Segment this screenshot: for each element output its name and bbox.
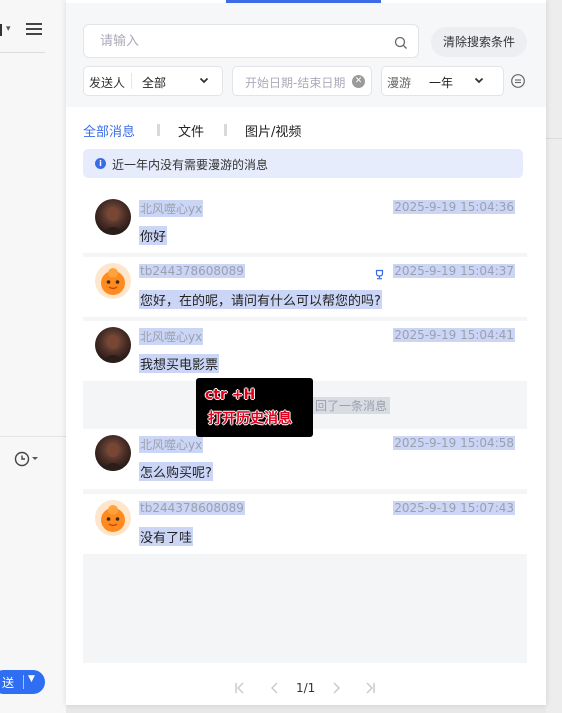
search-icon[interactable] — [394, 35, 408, 54]
message-content: 没有了哇 — [139, 527, 194, 546]
message-time: 2025-9-19 15:07:43 — [393, 501, 515, 515]
message-time: 2025-9-19 15:04:36 — [393, 200, 515, 214]
sender-filter[interactable]: 发送人 全部 — [83, 66, 223, 96]
send-button-label: 送 — [2, 676, 15, 690]
shortcut-tooltip-text: 打开历史消息 — [208, 411, 292, 427]
sender-filter-value: 全部 — [142, 76, 167, 90]
background-window-edge — [66, 705, 546, 713]
menu-icon[interactable] — [26, 20, 42, 38]
message-sender: tb244378608089 — [139, 501, 245, 515]
roam-period-filter[interactable]: 漫游 一年 — [381, 66, 504, 96]
sender-filter-label: 发送人 — [89, 76, 126, 90]
roam-filter-value: 一年 — [429, 76, 454, 90]
left-chat-pane: ▾ 送 ▼ — [0, 0, 67, 713]
pagination: 1/1 — [226, 681, 386, 697]
send-button-separator — [23, 675, 24, 689]
date-range-filter[interactable]: 开始日期-结束日期 ✕ — [232, 66, 372, 96]
search-box — [83, 24, 419, 58]
background-window-edge — [546, 0, 562, 713]
edge-bar — [0, 24, 2, 36]
roam-filter-label: 漫游 — [387, 76, 412, 90]
dark-avatar[interactable] — [95, 435, 131, 471]
message-content: 你好 — [139, 226, 168, 245]
message-sender: tb244378608089 — [139, 264, 245, 278]
message-content: 我想买电影票 — [139, 354, 220, 373]
message-item[interactable]: 北风噬心yx 2025-9-19 15:04:36 你好 — [83, 193, 527, 253]
message-time: 2025-9-19 15:04:37 — [393, 264, 515, 278]
message-content: 怎么购买呢? — [139, 462, 213, 481]
message-sender: 北风噬心yx — [139, 328, 204, 345]
notice-text: 近一年内没有需要漫游的消息 — [112, 158, 269, 172]
message-item[interactable]: 北风噬心yx 2025-9-19 15:04:41 我想买电影票 — [83, 321, 527, 381]
message-time: 2025-9-19 15:04:41 — [393, 328, 515, 342]
chevron-down-icon[interactable]: ▾ — [6, 24, 11, 34]
orange-mascot-avatar[interactable] — [95, 500, 131, 536]
message-time: 2025-9-19 15:04:58 — [393, 436, 515, 450]
message-history-panel: 清除搜索条件 发送人 全部 开始日期-结束日期 ✕ 漫游 一年 全部消息 文件 — [66, 0, 546, 705]
history-clock-icon[interactable] — [14, 451, 38, 467]
send-button[interactable]: 送 ▼ — [0, 670, 45, 694]
tab-images-videos[interactable]: 图片/视频 — [245, 121, 301, 140]
tab-all-messages[interactable]: 全部消息 — [83, 121, 135, 140]
page-indicator: 1/1 — [296, 681, 316, 695]
message-item[interactable]: tb244378608089 2025-9-19 15:04:37 您好，在的呢… — [83, 257, 527, 317]
info-icon: i — [95, 158, 106, 169]
first-page-icon[interactable] — [234, 681, 246, 698]
trophy-icon — [374, 265, 385, 284]
message-content: 您好，在的呢，请问有什么可以帮您的吗? — [139, 290, 382, 309]
tab-files[interactable]: 文件 — [178, 121, 204, 140]
divider — [131, 73, 132, 89]
message-sender: 北风噬心yx — [139, 436, 204, 453]
dark-avatar[interactable] — [95, 327, 131, 363]
last-page-icon[interactable] — [364, 681, 376, 698]
orange-mascot-avatar[interactable] — [95, 263, 131, 299]
history-icon[interactable] — [510, 73, 526, 93]
divider — [0, 436, 66, 437]
message-type-tabs: 全部消息 文件 图片/视频 — [83, 121, 523, 141]
next-page-icon[interactable] — [330, 681, 342, 698]
date-range-placeholder: 开始日期-结束日期 — [245, 76, 346, 90]
search-input[interactable] — [98, 33, 392, 50]
divider — [0, 52, 45, 53]
shortcut-tooltip: ctr +H 打开历史消息 — [196, 378, 313, 437]
chevron-down-icon — [199, 74, 209, 88]
chevron-down-icon[interactable]: ▼ — [28, 674, 35, 684]
recall-notice-text: 回了一条消息 — [312, 397, 391, 414]
search-header: 清除搜索条件 发送人 全部 开始日期-结束日期 ✕ 漫游 一年 — [66, 3, 546, 107]
clear-search-button[interactable]: 清除搜索条件 — [431, 27, 527, 57]
message-sender: 北风噬心yx — [139, 200, 204, 217]
dark-avatar[interactable] — [95, 199, 131, 235]
chevron-down-icon — [474, 74, 484, 88]
shortcut-tooltip-key: ctr +H — [205, 387, 256, 403]
message-item[interactable]: tb244378608089 2025-9-19 15:07:43 没有了哇 — [83, 494, 527, 554]
divider — [224, 124, 227, 136]
message-item[interactable]: 北风噬心yx 2025-9-19 15:04:58 怎么购买呢? — [83, 429, 527, 489]
roaming-notice: i 近一年内没有需要漫游的消息 — [83, 149, 523, 178]
left-pane-controls: ▾ — [0, 18, 60, 42]
divider — [157, 124, 160, 136]
prev-page-icon[interactable] — [269, 681, 281, 698]
clear-date-icon[interactable]: ✕ — [352, 75, 365, 88]
